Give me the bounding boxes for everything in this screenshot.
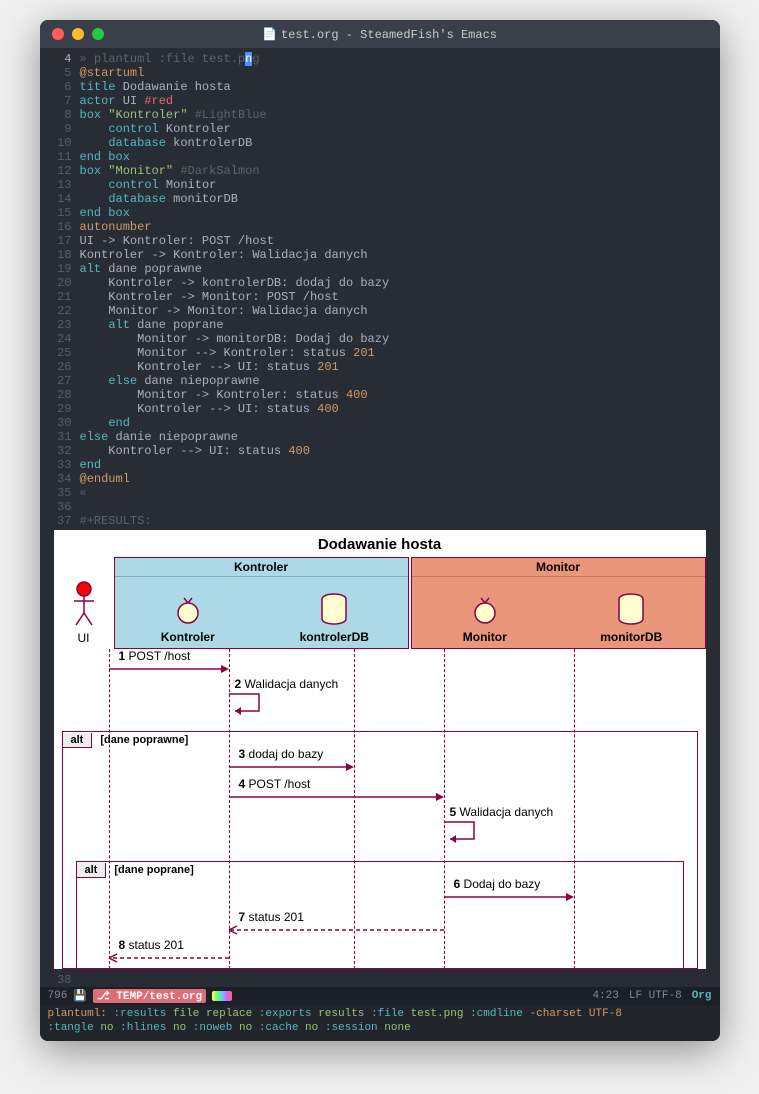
save-icon: 💾	[73, 989, 87, 1003]
encoding: LF UTF-8	[629, 990, 682, 1002]
message-label: 6 Dodaj do bazy	[454, 877, 541, 891]
actor-ui: UI	[54, 557, 114, 649]
message-label: 2 Walidacja danych	[235, 677, 339, 691]
message-label: 1 POST /host	[119, 649, 191, 663]
participant-Kontroler: Kontroler	[115, 577, 262, 648]
line-number-gutter: 4567891011121314151617181920212223242526…	[40, 52, 80, 528]
message-label: 8 status 201	[119, 938, 184, 952]
cursor-position: 4:23	[592, 990, 618, 1002]
titlebar: 📄test.org - SteamedFish's Emacs	[40, 20, 720, 48]
major-mode[interactable]: Org	[692, 990, 712, 1002]
message-label: 4 POST /host	[239, 777, 311, 791]
emacs-window: 📄test.org - SteamedFish's Emacs 45678910…	[40, 20, 720, 1041]
plantuml-diagram: Dodawanie hosta UIKontrolerKontrolerkont…	[54, 530, 706, 969]
message-label: 3 dodaj do bazy	[239, 747, 324, 761]
modeline: 796 💾 ⎇ TEMP/test.org 4:23 LF UTF-8 Org	[40, 987, 720, 1005]
participant-Monitor: Monitor	[412, 577, 559, 648]
box-kontroler: KontrolerKontrolerkontrolerDB	[114, 557, 409, 649]
box-monitor: MonitorMonitormonitorDB	[411, 557, 706, 649]
buffer-name[interactable]: ⎇ TEMP/test.org	[93, 989, 206, 1003]
messages-area: alt[dane poprawne]alt[dane poprane]1 POS…	[54, 649, 706, 969]
message-label: 5 Walidacja danych	[450, 805, 554, 819]
results-block: Dodawanie hosta UIKontrolerKontrolerkont…	[40, 530, 720, 973]
nyan-icon	[212, 991, 232, 1001]
line-number: 38	[40, 973, 80, 987]
participant-monitorDB: monitorDB	[558, 577, 705, 648]
participant-kontrolerDB: kontrolerDB	[261, 577, 408, 648]
message-label: 7 status 201	[239, 910, 304, 924]
file-icon: 📄	[262, 28, 277, 42]
code-content[interactable]: » plantuml :file test.png@startumltitle …	[80, 52, 720, 528]
post-gap: 38	[40, 973, 720, 987]
window-title: 📄test.org - SteamedFish's Emacs	[40, 27, 720, 42]
empty-line	[80, 973, 720, 987]
participants-row: UIKontrolerKontrolerkontrolerDBMonitorMo…	[54, 557, 706, 649]
diagram-title: Dodawanie hosta	[54, 530, 706, 557]
line-count: 796	[48, 990, 68, 1002]
editor-area[interactable]: 4567891011121314151617181920212223242526…	[40, 48, 720, 530]
header-args-line: plantuml: :results file replace :exports…	[40, 1005, 720, 1041]
